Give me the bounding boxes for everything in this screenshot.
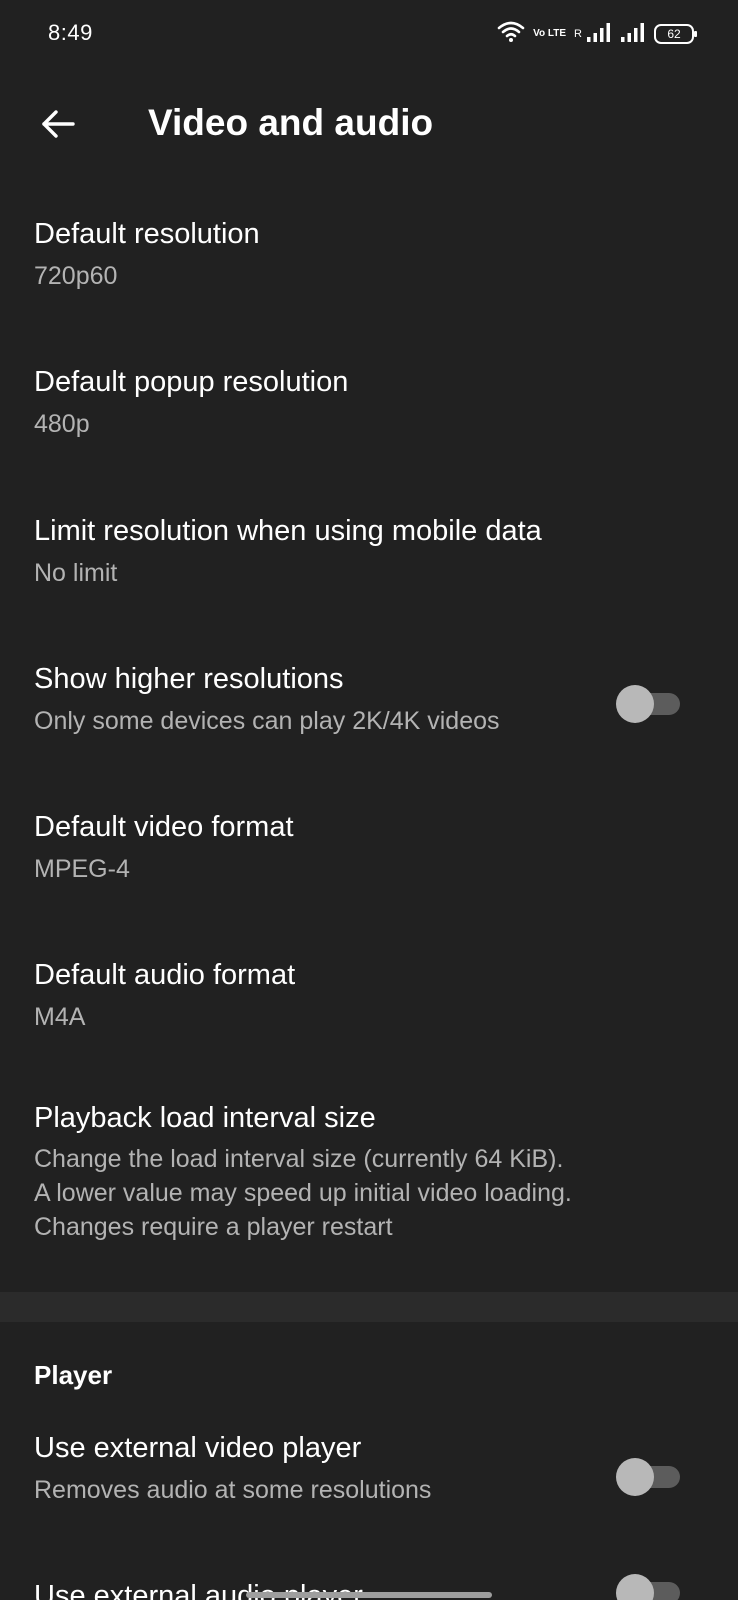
roaming-label: R <box>574 28 582 40</box>
page-title: Video and audio <box>148 102 434 143</box>
setting-title: Use external video player <box>34 1432 362 1464</box>
setting-summary: 720p60 <box>34 262 118 290</box>
setting-title: Limit resolution when using mobile data <box>34 515 542 547</box>
battery-icon: 62 <box>654 24 697 44</box>
volte-icon: Vo LTE <box>533 28 567 39</box>
setting-show-higher-resolutions[interactable]: Show higher resolutions Only some device… <box>0 645 738 765</box>
back-button[interactable] <box>30 98 86 154</box>
setting-title: Default audio format <box>34 959 296 991</box>
external-video-player-toggle[interactable] <box>616 1456 682 1496</box>
setting-default-audio-format[interactable]: Default audio format M4A <box>0 941 738 1061</box>
setting-summary: No limit <box>34 559 118 587</box>
setting-default-popup-resolution[interactable]: Default popup resolution 480p <box>0 348 738 468</box>
setting-summary: Removes audio at some resolutions <box>34 1476 432 1504</box>
external-audio-player-toggle[interactable] <box>616 1572 682 1600</box>
toggle-thumb <box>616 685 654 723</box>
setting-default-resolution[interactable]: Default resolution 720p60 <box>0 200 738 320</box>
section-header-player: Player <box>34 1360 113 1390</box>
setting-title: Show higher resolutions <box>34 663 344 695</box>
higher-resolutions-toggle[interactable] <box>616 683 682 723</box>
setting-playback-load-interval[interactable]: Playback load interval size Change the l… <box>0 1088 738 1278</box>
setting-summary: M4A <box>34 1003 86 1031</box>
setting-external-video-player[interactable]: Use external video player Removes audio … <box>0 1418 738 1538</box>
setting-default-video-format[interactable]: Default video format MPEG-4 <box>0 793 738 913</box>
gesture-nav-handle[interactable] <box>246 1592 492 1598</box>
setting-limit-mobile-resolution[interactable]: Limit resolution when using mobile data … <box>0 497 738 617</box>
toggle-thumb <box>616 1574 654 1600</box>
setting-summary-line: Change the load interval size (currently… <box>34 1145 564 1173</box>
arrow-back-icon <box>40 109 76 144</box>
setting-title: Default resolution <box>34 218 260 250</box>
toolbar: Video and audio <box>0 80 738 170</box>
status-icons: Vo LTE R 62 <box>497 20 697 48</box>
setting-title: Default video format <box>34 811 294 843</box>
section-divider <box>0 1292 738 1322</box>
setting-title: Playback load interval size <box>34 1102 376 1134</box>
signal-icon-2 <box>620 21 646 48</box>
setting-summary: MPEG-4 <box>34 855 130 883</box>
status-time: 8:49 <box>48 20 93 45</box>
setting-summary: Only some devices can play 2K/4K videos <box>34 707 500 735</box>
setting-title: Default popup resolution <box>34 366 349 398</box>
status-bar: 8:49 Vo LTE R 62 <box>0 0 738 70</box>
battery-level: 62 <box>667 27 681 41</box>
signal-icon <box>586 21 612 48</box>
setting-summary-line: A lower value may speed up initial video… <box>34 1179 572 1207</box>
wifi-icon <box>497 21 525 48</box>
setting-summary-line: Changes require a player restart <box>34 1213 393 1241</box>
setting-summary: 480p <box>34 410 90 438</box>
toggle-thumb <box>616 1458 654 1496</box>
